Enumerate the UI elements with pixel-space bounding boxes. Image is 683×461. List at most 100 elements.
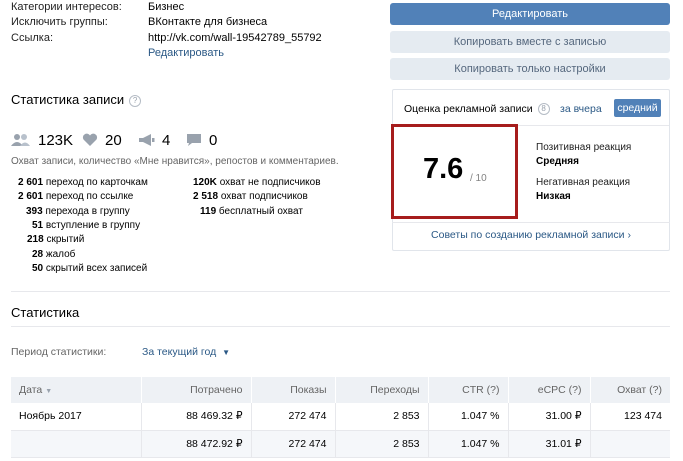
users-icon xyxy=(11,134,30,146)
stat-hide-all: 50 скрытий всех записей xyxy=(32,262,147,276)
stat-text: перехода в группу xyxy=(45,206,130,217)
table-total-row: 88 472.92 ₽ 272 474 2 853 1.047 % 31.01 … xyxy=(11,430,670,457)
period-value: За текущий год xyxy=(142,346,217,358)
positive-value: Средняя xyxy=(536,156,579,167)
ad-tips-link[interactable]: Советы по созданию рекламной записи › xyxy=(392,229,670,241)
col-date[interactable]: Дата ▼ xyxy=(11,377,142,403)
table-row: Ноябрь 2017 88 469.32 ₽ 272 474 2 853 1.… xyxy=(11,403,670,430)
excluded-groups-label: Исключить группы: xyxy=(11,16,108,28)
cell-clicks: 2 853 xyxy=(335,430,429,457)
negative-label: Негативная реакция xyxy=(536,177,631,188)
rating-score: 7.6 xyxy=(423,153,464,185)
stat-num: 51 xyxy=(32,220,44,231)
sort-arrow-icon: ▼ xyxy=(45,388,53,395)
comment-icon xyxy=(187,134,201,146)
stat-num: 50 xyxy=(32,263,44,274)
cell-date: Ноябрь 2017 xyxy=(11,403,142,430)
stat-num: 218 xyxy=(27,234,44,245)
stat-group-visits: 393 перехода в группу xyxy=(26,205,130,219)
stat-text: жалоб xyxy=(45,249,76,260)
stat-num: 2 601 xyxy=(18,191,44,202)
cell-ctr: 1.047 % xyxy=(428,403,509,430)
post-stats-title-text: Статистика записи xyxy=(11,92,125,107)
megaphone-icon xyxy=(139,134,155,146)
col-ctr[interactable]: CTR (?) xyxy=(428,377,509,403)
period-dropdown[interactable]: За текущий год ▼ xyxy=(142,346,230,358)
reach-counter: 123K xyxy=(11,131,73,149)
interest-categories-label: Категории интересов: xyxy=(11,1,122,13)
rating-panel-header: Оценка рекламной записи 8 за вчера средни… xyxy=(393,90,669,126)
stat-sub-reach: 2 518 охват подписчиков xyxy=(193,190,308,204)
copy-with-post-button[interactable]: Копировать вместе с записью xyxy=(390,31,670,53)
stat-text: переход по карточкам xyxy=(45,177,148,188)
stat-text: вступление в группу xyxy=(45,220,141,231)
edit-button[interactable]: Редактировать xyxy=(390,3,670,25)
col-ecpc[interactable]: eCPC (?) xyxy=(508,377,591,403)
stat-num: 119 xyxy=(200,206,217,217)
cell-reach: 123 474 xyxy=(624,410,662,423)
divider xyxy=(11,291,670,292)
post-link-row: Ссылка: http://vk.com/wall-19542789_55792 xyxy=(11,31,322,45)
stat-text: скрытий xyxy=(46,234,85,245)
negative-value: Низкая xyxy=(536,191,571,202)
cell-clicks: 2 853 xyxy=(335,403,429,430)
stat-num: 120K xyxy=(193,177,217,188)
cell-ctr: 1.047 % xyxy=(428,430,509,457)
stat-card-clicks: 2 601 переход по карточкам xyxy=(18,176,148,190)
comments-count: 0 xyxy=(209,131,218,149)
post-link-label: Ссылка: xyxy=(11,32,53,44)
col-reach[interactable]: Охват (?) xyxy=(590,377,670,403)
period-label: Период статистики: xyxy=(11,346,107,358)
stat-link-clicks: 2 601 переход по ссылке xyxy=(18,190,133,204)
rating-denominator: / 10 xyxy=(470,173,487,184)
reposts-count: 4 xyxy=(162,131,171,149)
tab-average[interactable]: средний xyxy=(614,99,661,117)
col-impressions[interactable]: Показы xyxy=(251,377,336,403)
reach-count: 123K xyxy=(38,131,74,149)
excluded-groups-row: Исключить группы: ВКонтакте для бизнеса xyxy=(11,15,267,29)
tab-yesterday[interactable]: за вчера xyxy=(560,103,602,115)
copy-settings-button[interactable]: Копировать только настройки xyxy=(390,58,670,80)
stat-num: 2 518 xyxy=(193,191,219,202)
heart-icon xyxy=(82,133,98,146)
stat-complaints: 28 жалоб xyxy=(32,248,75,262)
stat-text: бесплатный охват xyxy=(218,206,303,217)
rating-title-text: Оценка рекламной записи xyxy=(404,103,533,115)
excluded-group-link[interactable]: ВКонтакте для бизнеса xyxy=(148,16,267,28)
stats-title: Статистика xyxy=(11,305,80,320)
post-url-link[interactable]: http://vk.com/wall-19542789_55792 xyxy=(148,32,322,44)
divider xyxy=(11,326,670,327)
cell-spent: 88 472.92 ₽ xyxy=(141,430,252,457)
edit-targeting-link[interactable]: Редактировать xyxy=(148,46,224,60)
col-spent[interactable]: Потрачено xyxy=(141,377,252,403)
reposts-counter: 4 xyxy=(138,131,170,149)
positive-label: Позитивная реакция xyxy=(536,142,632,153)
comments-counter: 0 xyxy=(186,131,217,149)
cell-spent: 88 469.32 ₽ xyxy=(141,403,252,430)
chevron-down-icon: ▼ xyxy=(222,348,231,357)
post-stats-description: Охват записи, количество «Мне нравится»,… xyxy=(11,156,339,167)
likes-counter: 20 xyxy=(82,131,122,149)
divider xyxy=(392,222,670,223)
interest-categories-row: Категории интересов: Бизнес xyxy=(11,0,184,14)
rating-title: Оценка рекламной записи 8 xyxy=(404,103,550,115)
stat-num: 28 xyxy=(32,249,44,260)
cell-ecpc: 31.01 ₽ xyxy=(508,430,591,457)
table-header-row: Дата ▼ Потрачено Показы Переходы CTR (?)… xyxy=(11,377,670,403)
cell-impressions: 272 474 xyxy=(251,403,336,430)
stats-table: Дата ▼ Потрачено Показы Переходы CTR (?)… xyxy=(11,377,670,458)
interest-categories-value: Бизнес xyxy=(148,1,185,13)
stat-joins: 51 вступление в группу xyxy=(32,219,140,233)
help-icon[interactable]: ? xyxy=(129,95,142,107)
stat-text: охват подписчиков xyxy=(220,191,308,202)
stat-hides: 218 скрытий xyxy=(27,233,84,247)
cell-reach xyxy=(590,430,670,457)
stat-nonsub-reach: 120K охват не подписчиков xyxy=(193,176,321,190)
stat-num: 393 xyxy=(26,206,43,217)
stat-free-reach: 119 бесплатный охват xyxy=(200,205,303,219)
info-icon[interactable]: 8 xyxy=(537,103,550,115)
cell-ecpc: 31.00 ₽ xyxy=(508,403,591,430)
col-clicks[interactable]: Переходы xyxy=(335,377,429,403)
stat-text: переход по ссылке xyxy=(45,191,134,202)
stat-text: охват не подписчиков xyxy=(219,177,321,188)
